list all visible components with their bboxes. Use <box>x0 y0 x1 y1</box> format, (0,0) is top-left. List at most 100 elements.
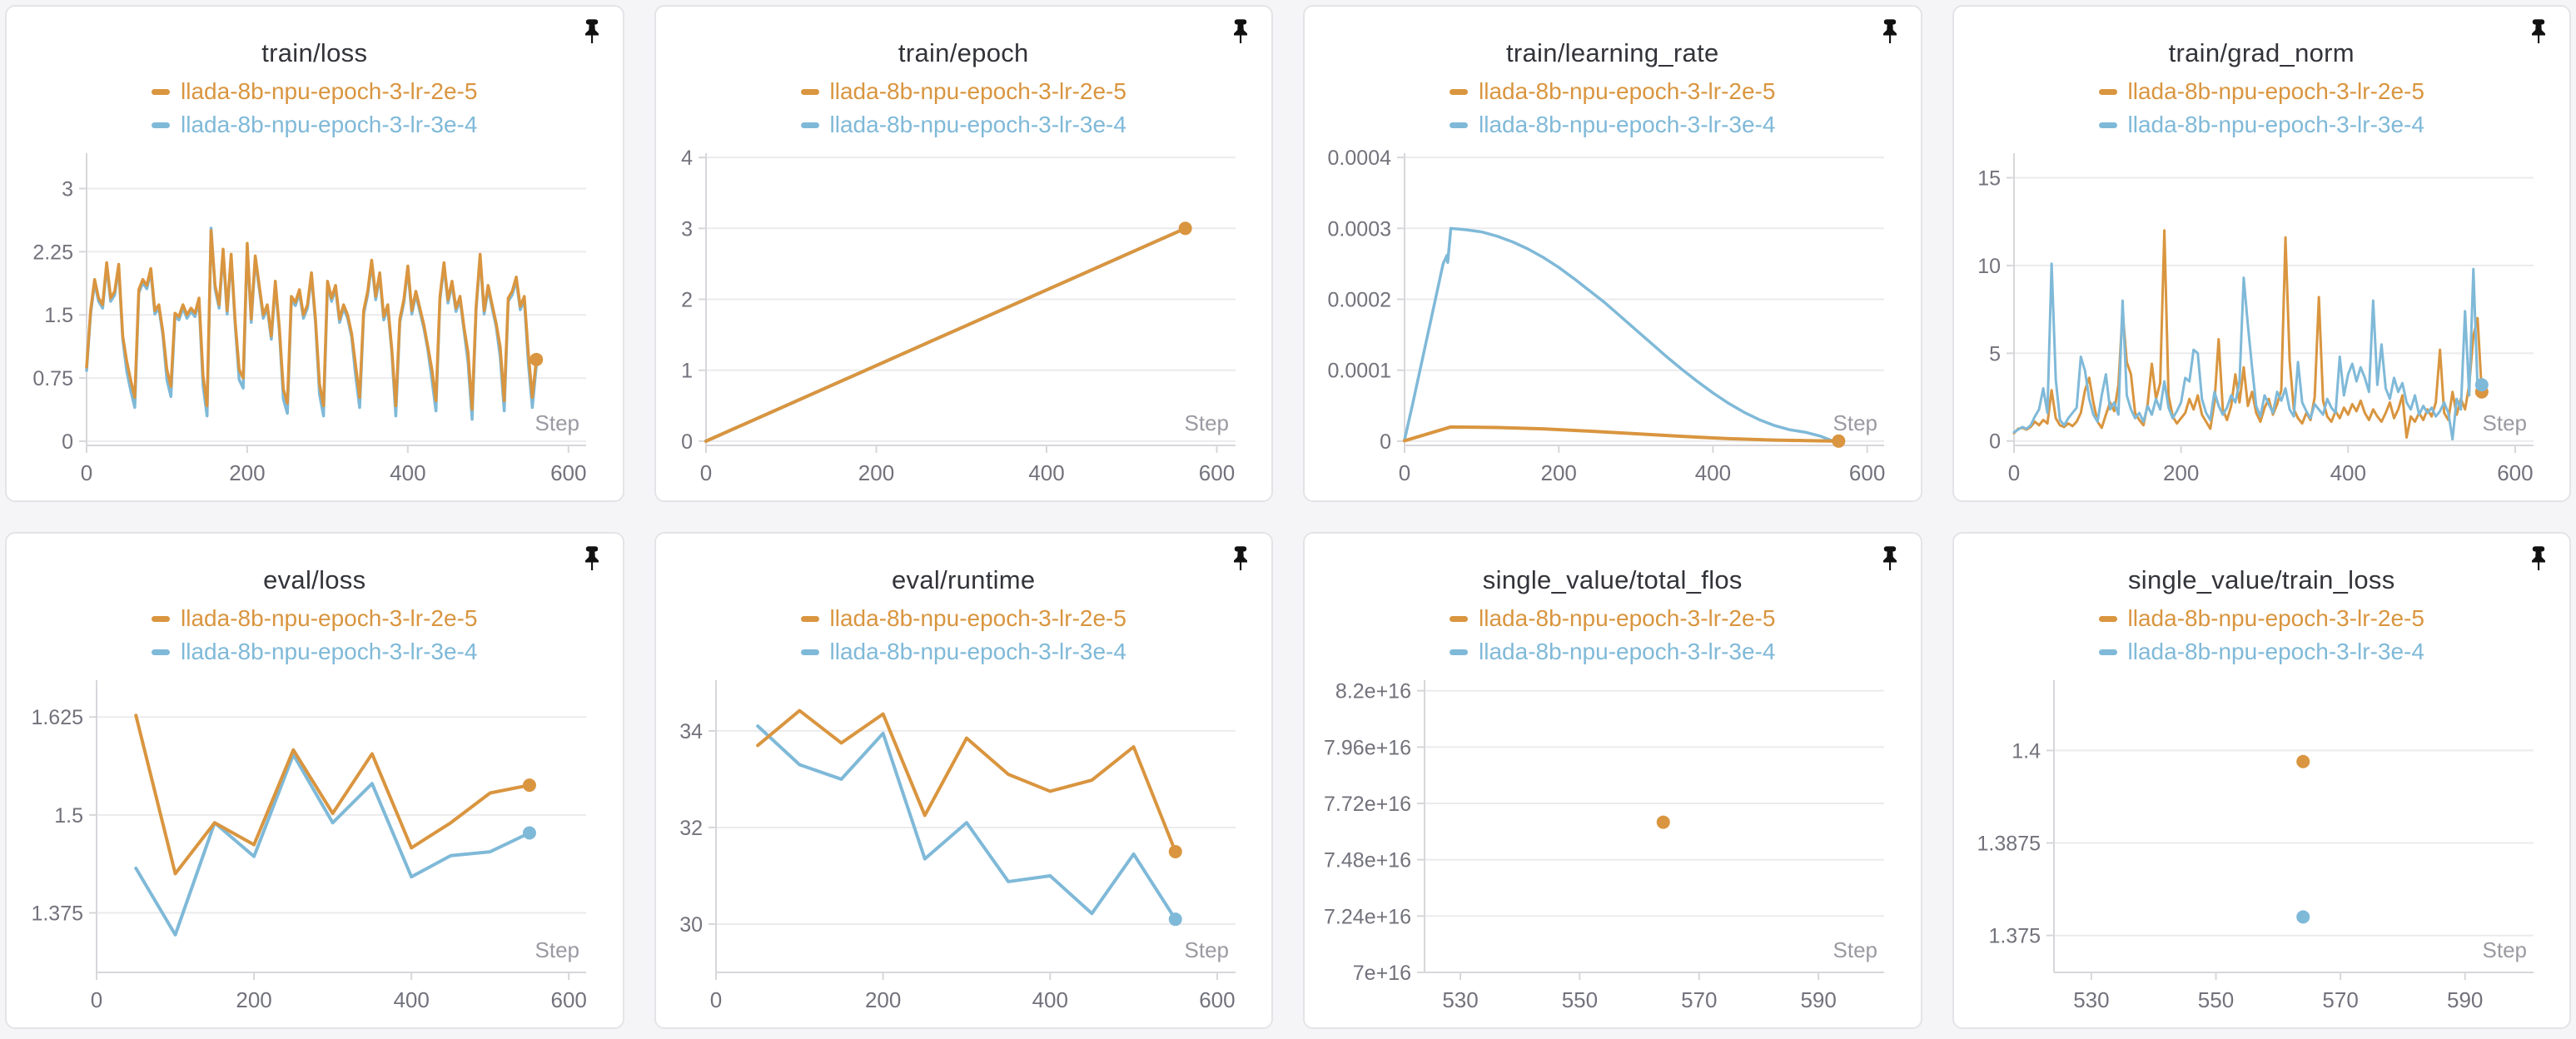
svg-text:400: 400 <box>1028 460 1064 485</box>
svg-text:0: 0 <box>681 430 693 454</box>
panel-title: train/epoch <box>656 38 1272 68</box>
svg-text:7.24e+16: 7.24e+16 <box>1324 905 1411 928</box>
legend-item-run-1[interactable]: llada-8b-npu-epoch-3-lr-2e-5 <box>152 78 477 105</box>
legend-item-run-2[interactable]: llada-8b-npu-epoch-3-lr-3e-4 <box>801 639 1126 665</box>
legend-label: llada-8b-npu-epoch-3-lr-3e-4 <box>2128 112 2424 138</box>
chart-canvas[interactable]: 0510150200400600Step <box>1961 145 2564 494</box>
legend-item-run-1[interactable]: llada-8b-npu-epoch-3-lr-2e-5 <box>1450 78 1775 105</box>
legend: llada-8b-npu-epoch-3-lr-2e-5 llada-8b-np… <box>1305 78 1921 138</box>
pin-icon[interactable] <box>1228 545 1253 579</box>
legend: llada-8b-npu-epoch-3-lr-2e-5 llada-8b-np… <box>656 605 1272 665</box>
svg-text:200: 200 <box>864 987 900 1012</box>
legend-item-run-2[interactable]: llada-8b-npu-epoch-3-lr-3e-4 <box>152 112 477 138</box>
legend: llada-8b-npu-epoch-3-lr-2e-5 llada-8b-np… <box>7 78 623 138</box>
legend-label: llada-8b-npu-epoch-3-lr-3e-4 <box>1479 639 1775 665</box>
pin-icon[interactable] <box>1877 545 1902 579</box>
panel-title: eval/runtime <box>656 565 1272 595</box>
chart-canvas[interactable]: 1.3751.51.6250200400600Step <box>13 672 616 1021</box>
svg-text:530: 530 <box>2073 987 2109 1012</box>
svg-text:1: 1 <box>681 360 693 383</box>
legend-swatch <box>801 649 819 655</box>
chart-canvas[interactable]: 00.751.52.2530200400600Step <box>13 145 616 494</box>
legend-item-run-1[interactable]: llada-8b-npu-epoch-3-lr-2e-5 <box>1450 605 1775 632</box>
svg-text:0: 0 <box>699 460 711 485</box>
svg-text:Step: Step <box>535 937 580 962</box>
svg-text:570: 570 <box>1681 987 1717 1012</box>
legend-item-run-2[interactable]: llada-8b-npu-epoch-3-lr-3e-4 <box>2099 639 2424 665</box>
legend-swatch <box>152 89 170 95</box>
legend-item-run-2[interactable]: llada-8b-npu-epoch-3-lr-3e-4 <box>2099 112 2424 138</box>
svg-text:Step: Step <box>2482 937 2527 962</box>
legend-item-run-1[interactable]: llada-8b-npu-epoch-3-lr-2e-5 <box>801 605 1126 632</box>
legend-label: llada-8b-npu-epoch-3-lr-3e-4 <box>1479 112 1775 138</box>
svg-text:15: 15 <box>1977 167 2001 191</box>
panel-train-grad-norm: train/grad_norm llada-8b-npu-epoch-3-lr-… <box>1952 5 2572 502</box>
svg-text:200: 200 <box>858 460 893 485</box>
chart-canvas[interactable]: 3032340200400600Step <box>663 672 1266 1021</box>
legend-swatch <box>2099 89 2117 95</box>
legend-swatch <box>801 616 819 622</box>
svg-text:400: 400 <box>1695 460 1731 485</box>
legend: llada-8b-npu-epoch-3-lr-2e-5 llada-8b-np… <box>1954 78 2570 138</box>
chart-canvas[interactable]: 1.3751.38751.4530550570590Step <box>1961 672 2564 1021</box>
svg-text:4: 4 <box>681 147 693 170</box>
svg-text:7e+16: 7e+16 <box>1353 962 1411 985</box>
legend-item-run-1[interactable]: llada-8b-npu-epoch-3-lr-2e-5 <box>152 605 477 632</box>
panel-title: single_value/total_flos <box>1305 565 1921 595</box>
legend-item-run-1[interactable]: llada-8b-npu-epoch-3-lr-2e-5 <box>2099 78 2424 105</box>
legend-item-run-2[interactable]: llada-8b-npu-epoch-3-lr-3e-4 <box>1450 639 1775 665</box>
pin-icon[interactable] <box>579 545 604 579</box>
svg-text:550: 550 <box>2197 987 2233 1012</box>
svg-text:400: 400 <box>2330 460 2365 485</box>
svg-text:600: 600 <box>1849 460 1885 485</box>
svg-text:200: 200 <box>1541 460 1577 485</box>
svg-text:0: 0 <box>62 430 73 454</box>
pin-icon[interactable] <box>1228 18 1253 52</box>
pin-icon[interactable] <box>579 18 604 52</box>
svg-text:1.375: 1.375 <box>1988 925 2041 948</box>
panel-train-loss: train/loss llada-8b-npu-epoch-3-lr-2e-5 … <box>5 5 624 502</box>
svg-text:600: 600 <box>551 987 587 1012</box>
legend-item-run-2[interactable]: llada-8b-npu-epoch-3-lr-3e-4 <box>152 639 477 665</box>
legend-item-run-1[interactable]: llada-8b-npu-epoch-3-lr-2e-5 <box>801 78 1126 105</box>
svg-text:400: 400 <box>1032 987 1067 1012</box>
svg-text:0.75: 0.75 <box>32 367 73 390</box>
pin-icon[interactable] <box>1877 18 1902 52</box>
chart-canvas[interactable]: 7e+167.24e+167.48e+167.72e+167.96e+168.2… <box>1311 672 1914 1021</box>
svg-text:1.3875: 1.3875 <box>1977 832 2040 855</box>
svg-text:0: 0 <box>91 987 102 1012</box>
svg-text:0.0004: 0.0004 <box>1328 147 1392 170</box>
svg-text:590: 590 <box>1800 987 1836 1012</box>
legend: llada-8b-npu-epoch-3-lr-2e-5 llada-8b-np… <box>1305 605 1921 665</box>
svg-text:1.375: 1.375 <box>31 902 83 925</box>
panel-title: single_value/train_loss <box>1954 565 2570 595</box>
legend: llada-8b-npu-epoch-3-lr-2e-5 llada-8b-np… <box>7 605 623 665</box>
legend-swatch <box>801 122 819 128</box>
chart-canvas[interactable]: 012340200400600Step <box>663 145 1266 494</box>
svg-text:2.25: 2.25 <box>32 241 73 264</box>
legend-label: llada-8b-npu-epoch-3-lr-3e-4 <box>181 639 477 665</box>
legend-item-run-2[interactable]: llada-8b-npu-epoch-3-lr-3e-4 <box>1450 112 1775 138</box>
svg-text:5: 5 <box>1989 342 2001 365</box>
svg-text:0.0003: 0.0003 <box>1328 217 1391 241</box>
legend-swatch <box>2099 649 2117 655</box>
legend-label: llada-8b-npu-epoch-3-lr-3e-4 <box>830 639 1126 665</box>
legend-label: llada-8b-npu-epoch-3-lr-2e-5 <box>181 605 477 632</box>
panel-title: train/grad_norm <box>1954 38 2570 68</box>
panel-single-value-total-flos: single_value/total_flos llada-8b-npu-epo… <box>1303 532 1922 1029</box>
legend-label: llada-8b-npu-epoch-3-lr-2e-5 <box>1479 78 1775 105</box>
legend-item-run-2[interactable]: llada-8b-npu-epoch-3-lr-3e-4 <box>801 112 1126 138</box>
svg-text:Step: Step <box>535 410 580 435</box>
pin-icon[interactable] <box>2526 545 2551 579</box>
svg-text:Step: Step <box>1184 937 1229 962</box>
legend-swatch <box>152 122 170 128</box>
chart-canvas[interactable]: 00.00010.00020.00030.00040200400600Step <box>1311 145 1914 494</box>
pin-icon[interactable] <box>2526 18 2551 52</box>
legend-swatch <box>801 89 819 95</box>
legend-item-run-1[interactable]: llada-8b-npu-epoch-3-lr-2e-5 <box>2099 605 2424 632</box>
svg-text:550: 550 <box>1562 987 1598 1012</box>
legend-swatch <box>1450 616 1468 622</box>
panel-single-value-train-loss: single_value/train_loss llada-8b-npu-epo… <box>1952 532 2572 1029</box>
svg-text:200: 200 <box>2162 460 2198 485</box>
svg-text:200: 200 <box>236 987 271 1012</box>
